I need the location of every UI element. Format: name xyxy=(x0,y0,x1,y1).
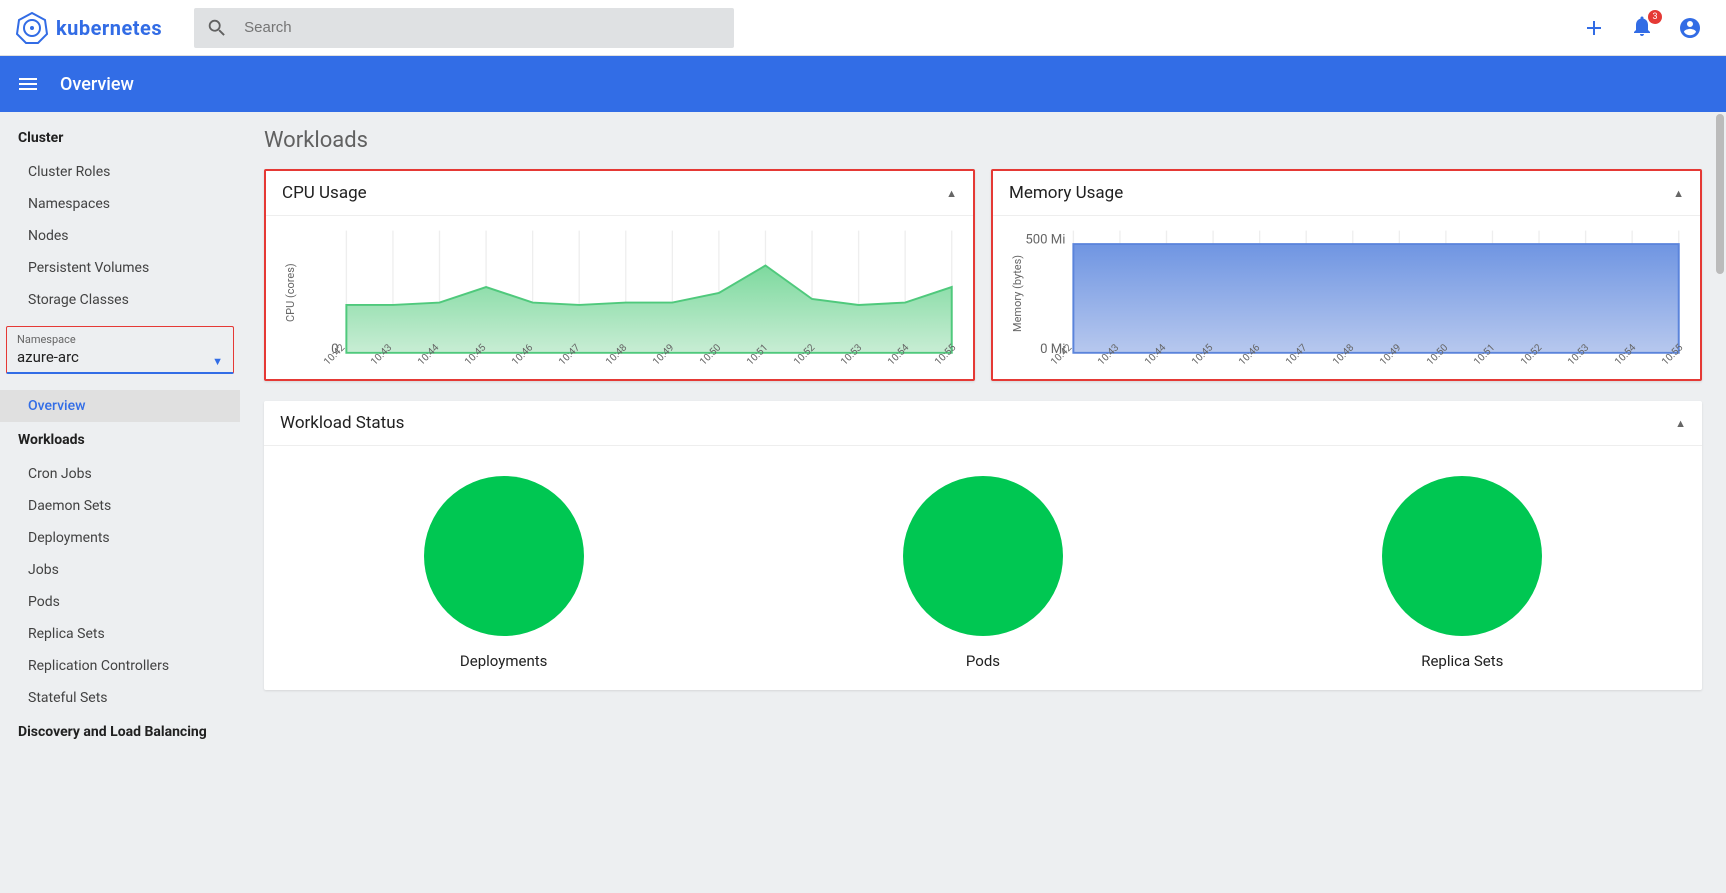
top-toolbar: kubernetes 3 xyxy=(0,0,1726,56)
namespace-label: Namespace xyxy=(17,333,223,346)
user-icon[interactable] xyxy=(1678,16,1702,40)
cpu-card-title: CPU Usage xyxy=(282,183,367,203)
sidebar-section-workloads: Workloads xyxy=(0,422,240,458)
status-label: Deployments xyxy=(460,652,547,670)
scrollbar-thumb[interactable] xyxy=(1716,114,1724,274)
search-input[interactable] xyxy=(244,19,722,36)
status-donut-icon xyxy=(903,476,1063,636)
workload-status-card: Workload Status ▲ Deployments Pods Replica… xyxy=(264,401,1702,690)
sidebar: Cluster Cluster RolesNamespacesNodesPers… xyxy=(0,112,240,893)
status-donut-icon xyxy=(424,476,584,636)
sidebar-item-overview[interactable]: Overview xyxy=(0,390,240,422)
create-icon[interactable] xyxy=(1582,16,1606,40)
status-label: Pods xyxy=(966,652,1000,670)
sidebar-section-cluster: Cluster xyxy=(0,120,240,156)
chevron-down-icon: ▼ xyxy=(212,355,223,368)
sidebar-item-cluster-roles[interactable]: Cluster Roles xyxy=(0,156,240,188)
sidebar-item-replication-controllers[interactable]: Replication Controllers xyxy=(0,650,240,682)
sidebar-item-jobs[interactable]: Jobs xyxy=(0,554,240,586)
search-box[interactable] xyxy=(194,8,734,48)
brand-text: kubernetes xyxy=(56,16,162,40)
namespace-value: azure-arc xyxy=(17,346,223,370)
main-title: Workloads xyxy=(264,128,1702,153)
memory-x-ticks: 10:4210:4310:4410:4510:4610:4710:4810:49… xyxy=(1009,360,1684,371)
cpu-usage-card: CPU Usage ▲ CPU (cores) 0 10:4210:4310:4… xyxy=(264,169,975,381)
sidebar-section-discovery: Discovery and Load Balancing xyxy=(0,714,240,750)
memory-card-title: Memory Usage xyxy=(1009,183,1123,203)
page-title: Overview xyxy=(60,74,134,95)
sidebar-item-storage-classes[interactable]: Storage Classes xyxy=(0,284,240,316)
memory-chart: 500 Mi0 Mi xyxy=(1026,228,1684,358)
cpu-y-axis-label: CPU (cores) xyxy=(282,228,299,358)
status-label: Replica Sets xyxy=(1421,652,1503,670)
collapse-icon[interactable]: ▲ xyxy=(1673,187,1684,200)
sidebar-item-namespaces[interactable]: Namespaces xyxy=(0,188,240,220)
notification-badge: 3 xyxy=(1648,10,1662,24)
cpu-x-ticks: 10:4210:4310:4410:4510:4610:4710:4810:49… xyxy=(282,360,957,371)
sidebar-item-stateful-sets[interactable]: Stateful Sets xyxy=(0,682,240,714)
sidebar-item-pods[interactable]: Pods xyxy=(0,586,240,618)
namespace-selector[interactable]: Namespace azure-arc ▼ xyxy=(6,326,234,374)
toolbar-actions: 3 xyxy=(1582,14,1710,42)
status-pods: Pods xyxy=(903,476,1063,670)
sidebar-item-replica-sets[interactable]: Replica Sets xyxy=(0,618,240,650)
brand-logo[interactable]: kubernetes xyxy=(16,12,162,44)
sidebar-item-daemon-sets[interactable]: Daemon Sets xyxy=(0,490,240,522)
collapse-icon[interactable]: ▲ xyxy=(946,187,957,200)
search-icon xyxy=(206,17,228,39)
status-donut-icon xyxy=(1382,476,1542,636)
main-content: Workloads CPU Usage ▲ CPU (cores) 0 10:4… xyxy=(240,112,1726,893)
status-replica-sets: Replica Sets xyxy=(1382,476,1542,670)
sidebar-item-persistent-volumes[interactable]: Persistent Volumes xyxy=(0,252,240,284)
sidebar-item-cron-jobs[interactable]: Cron Jobs xyxy=(0,458,240,490)
kubernetes-logo-icon xyxy=(16,12,48,44)
sidebar-item-nodes[interactable]: Nodes xyxy=(0,220,240,252)
sidebar-item-deployments[interactable]: Deployments xyxy=(0,522,240,554)
cpu-chart: 0 xyxy=(299,228,957,358)
status-deployments: Deployments xyxy=(424,476,584,670)
svg-text:500 Mi: 500 Mi xyxy=(1026,233,1065,248)
workload-status-title: Workload Status xyxy=(280,413,404,433)
memory-usage-card: Memory Usage ▲ Memory (bytes) 500 Mi0 Mi… xyxy=(991,169,1702,381)
page-header: Overview xyxy=(0,56,1726,112)
collapse-icon[interactable]: ▲ xyxy=(1675,417,1686,430)
memory-y-axis-label: Memory (bytes) xyxy=(1009,228,1026,358)
notifications-button[interactable]: 3 xyxy=(1630,14,1654,42)
hamburger-icon[interactable] xyxy=(16,72,40,96)
